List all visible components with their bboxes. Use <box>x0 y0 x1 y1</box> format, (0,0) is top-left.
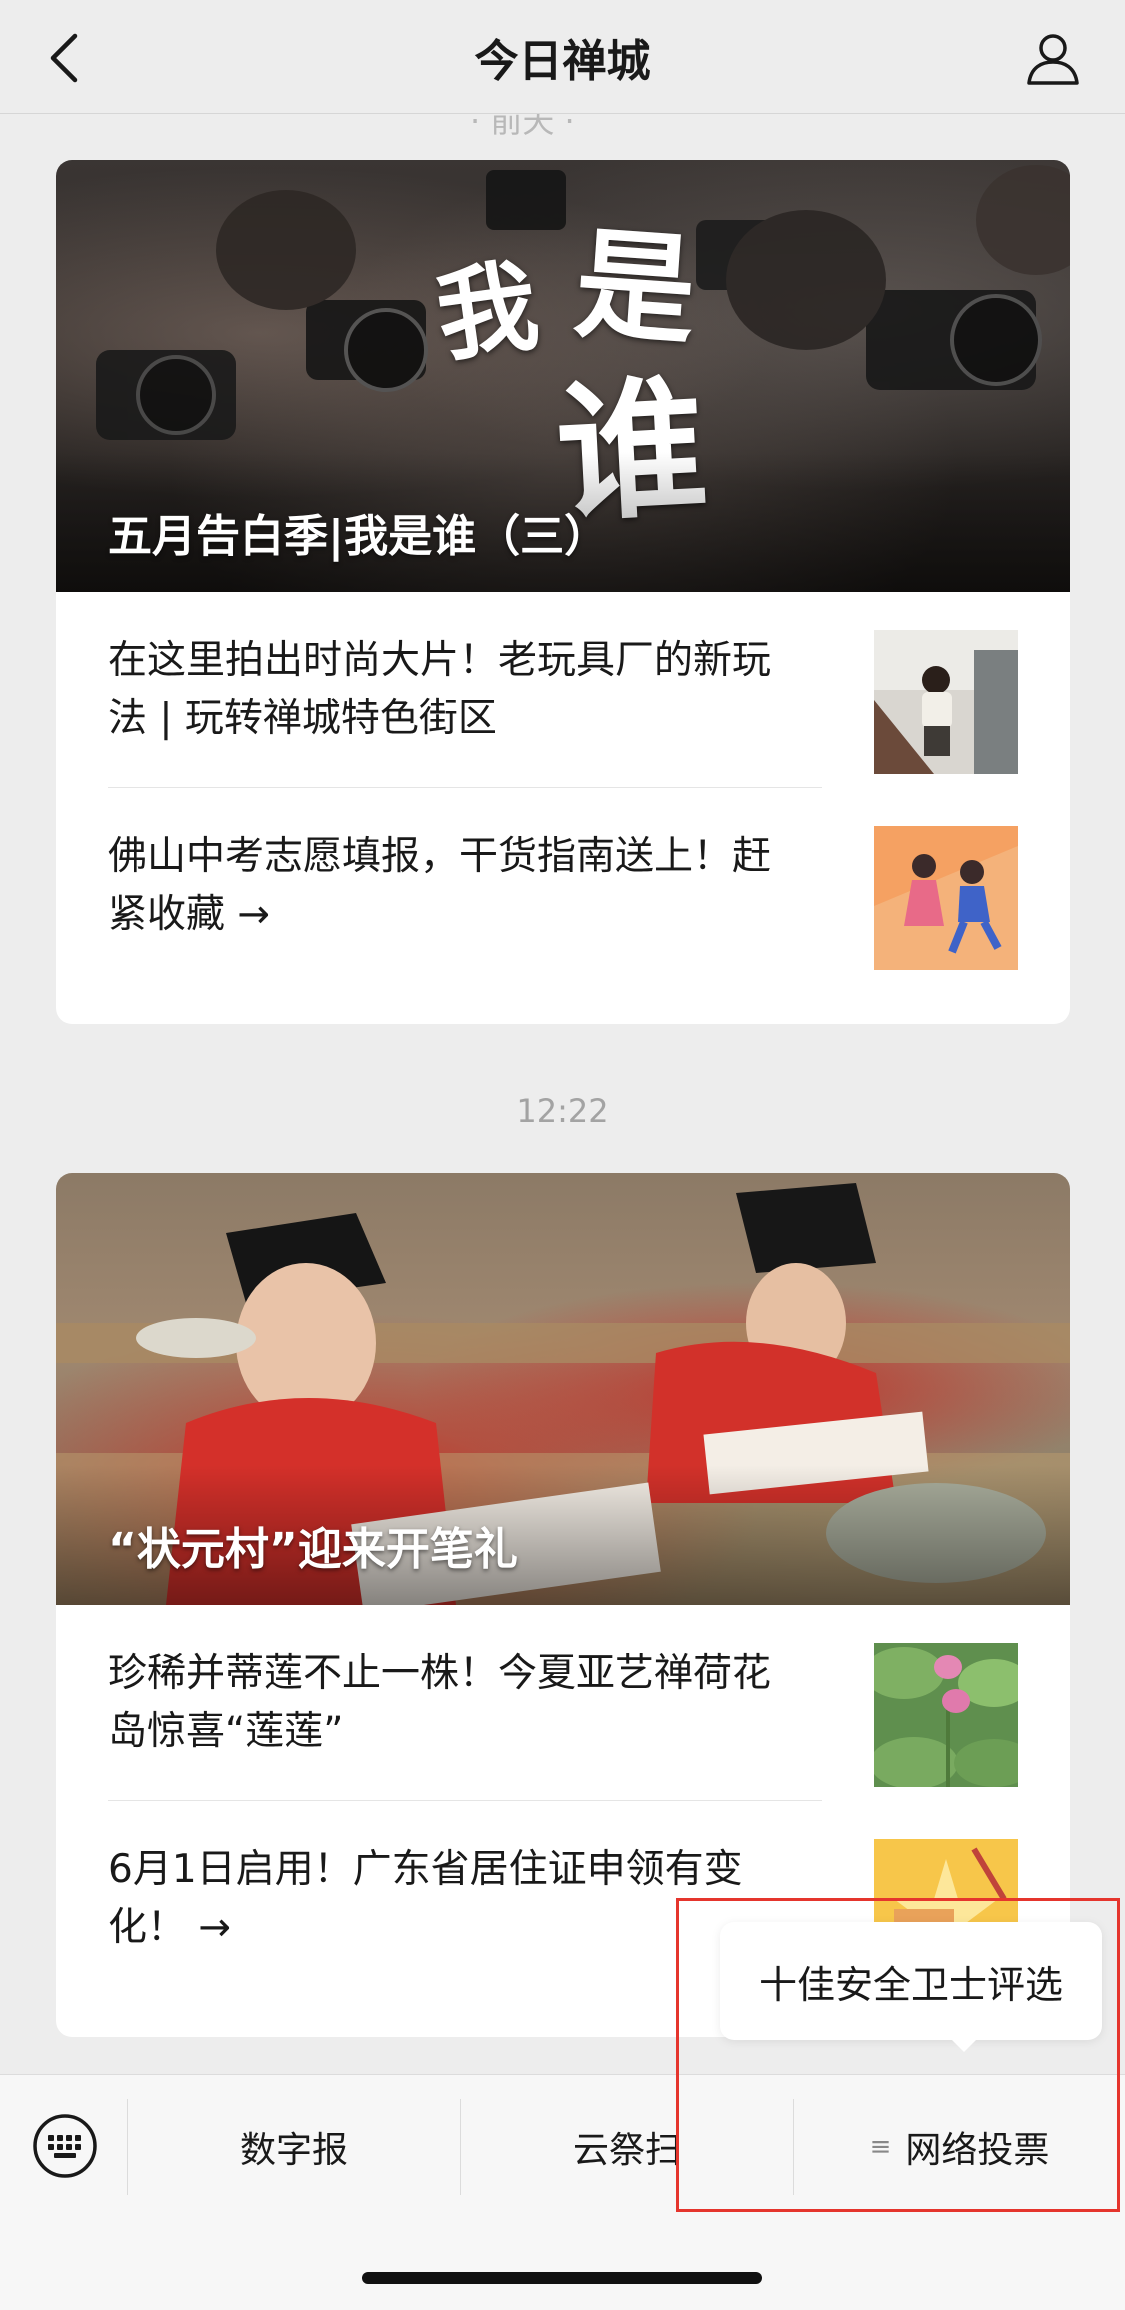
chevron-left-icon <box>50 33 78 83</box>
person-icon <box>1027 34 1079 85</box>
hero-title: 五月告白季|我是谁（三） <box>108 511 609 562</box>
article-card: 我 是 谁 五月告白季|我是谁（三） 在这里拍出时尚大片！老玩具厂的新玩法 | … <box>56 160 1070 1024</box>
top-bar: 今日禅城 <box>0 0 1125 114</box>
list-item[interactable]: 在这里拍出时尚大片！老玩具厂的新玩法 | 玩转禅城特色街区 <box>108 592 1018 788</box>
keyboard-icon <box>33 2114 97 2178</box>
submenu-item-safety-guardian-vote[interactable]: 十佳安全卫士评选 <box>720 1922 1102 2040</box>
submenu-lines-icon: ≡ <box>869 2132 892 2162</box>
menu-label: 数字报 <box>239 2130 348 2171</box>
home-indicator[interactable] <box>362 2272 762 2284</box>
article-title: 在这里拍出时尚大片！老玩具厂的新玩法 | 玩转禅城特色街区 <box>108 638 772 741</box>
menu-label: 网络投票 <box>905 2130 1050 2171</box>
menu-item-cloud-tomb-sweeping[interactable]: 云祭扫 <box>461 2099 793 2195</box>
article-title: 6月1日启用！广东省居住证申领有变化！ → <box>108 1847 743 1950</box>
previous-timestamp-peek: · 前天 · <box>0 114 1125 160</box>
menu-label: 云祭扫 <box>572 2130 681 2171</box>
hero-title: “状元村”迎来开笔礼 <box>108 1524 518 1575</box>
peek-text: · 前天 · <box>470 114 575 140</box>
article-title: 佛山中考志愿填报，干货指南送上！赶紧收藏 → <box>108 834 772 937</box>
menu-item-digital-newspaper[interactable]: 数字报 <box>128 2099 460 2195</box>
profile-button[interactable] <box>1021 26 1085 90</box>
page-title: 今日禅城 <box>474 35 651 87</box>
article-thumbnail <box>874 1643 1018 1787</box>
article-card: “状元村”迎来开笔礼 珍稀并蒂莲不止一株！今夏亚艺禅荷花岛惊喜“莲莲” 6月1日… <box>56 1173 1070 2037</box>
keyboard-toggle-button[interactable] <box>30 2111 100 2181</box>
article-thumbnail <box>874 630 1018 774</box>
hero-article[interactable]: 我 是 谁 五月告白季|我是谁（三） <box>56 160 1070 592</box>
article-title: 珍稀并蒂莲不止一株！今夏亚艺禅荷花岛惊喜“莲莲” <box>108 1651 772 1754</box>
article-thumbnail <box>874 826 1018 970</box>
list-item[interactable]: 佛山中考志愿填报，干货指南送上！赶紧收藏 → <box>108 788 1018 984</box>
list-item[interactable]: 珍稀并蒂莲不止一株！今夏亚艺禅荷花岛惊喜“莲莲” <box>108 1605 1018 1801</box>
calligraphy-char: 我 <box>429 245 545 377</box>
hero-article[interactable]: “状元村”迎来开笔礼 <box>56 1173 1070 1605</box>
message-timestamp: 12:22 <box>516 1092 609 1130</box>
back-button[interactable] <box>34 28 94 88</box>
menu-item-online-voting[interactable]: ≡ 网络投票 <box>794 2099 1125 2195</box>
popup-arrow <box>950 2038 978 2052</box>
